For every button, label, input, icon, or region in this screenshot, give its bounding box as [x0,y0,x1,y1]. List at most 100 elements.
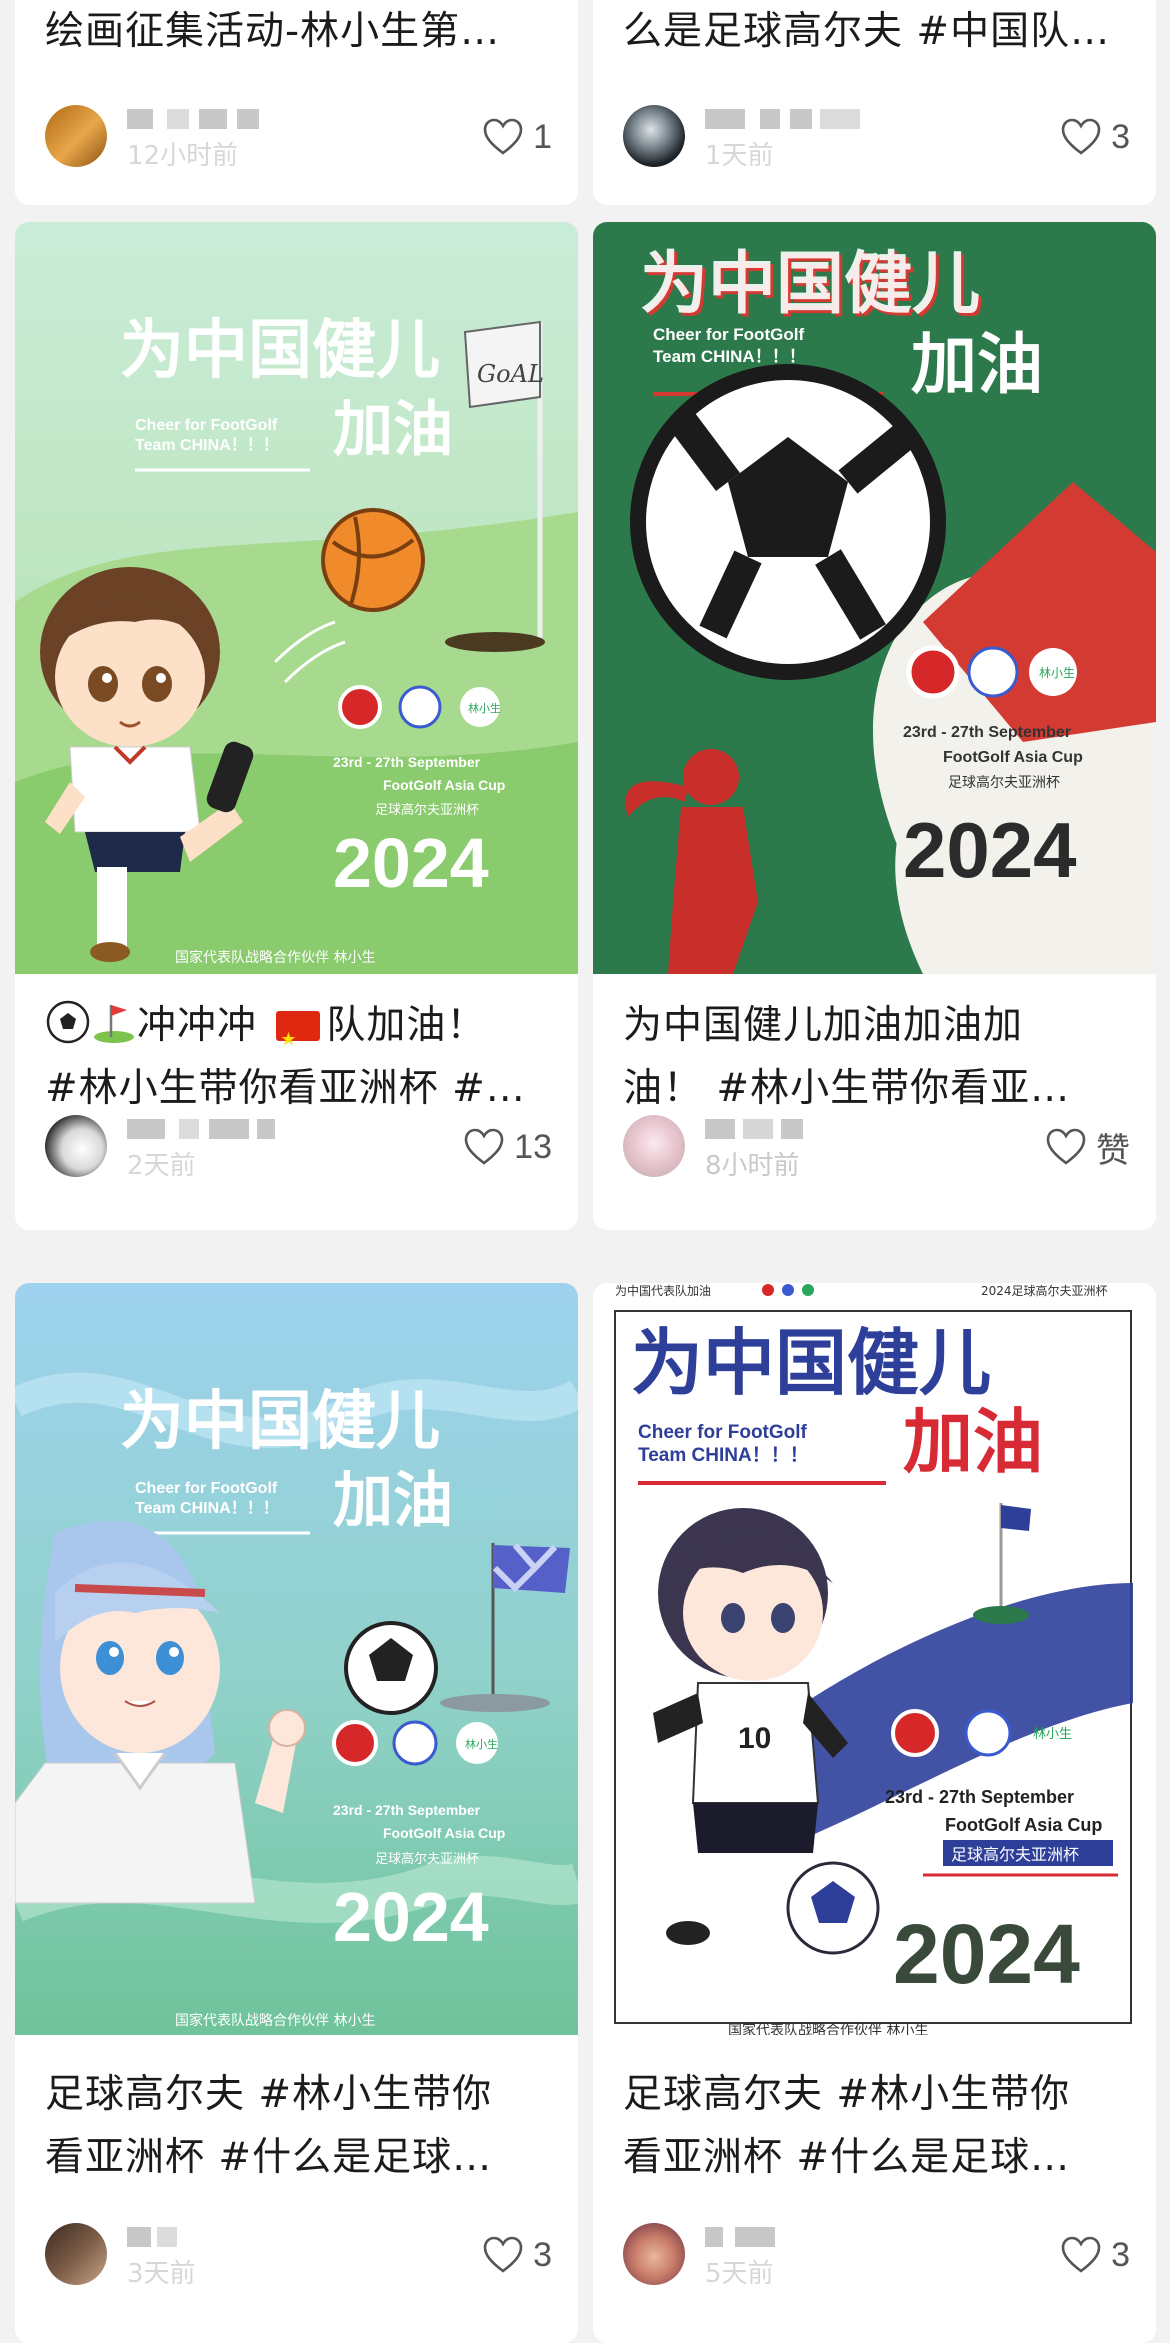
like-count: 3 [1111,2235,1130,2274]
svg-text:10: 10 [738,1722,771,1755]
svg-text:23rd - 27th September: 23rd - 27th September [885,1787,1074,1807]
like-count: 3 [533,2235,552,2274]
cover-image[interactable]: 为中国健儿 为中国健儿 加油 Cheer for FootGolf Team C… [593,222,1156,974]
feed-card[interactable]: 为中国代表队加油 2024足球高尔夫亚洲杯 为中国健儿 加油 Cheer for… [593,1283,1156,2343]
svg-text:FootGolf Asia Cup: FootGolf Asia Cup [943,749,1083,766]
post-time: 12小时前 [127,141,239,171]
cover-image[interactable]: 为中国健儿 加油 Cheer for FootGolf Team CHINA！！… [15,1283,578,2035]
svg-text:足球高尔夫亚洲杯: 足球高尔夫亚洲杯 [375,802,479,818]
like-button[interactable]: 1 [483,115,552,159]
feed-card[interactable]: 为中国健儿 为中国健儿 加油 Cheer for FootGolf Team C… [593,222,1156,1230]
feed-card[interactable]: 为中国健儿 加油 Cheer for FootGolf Team CHINA！！… [15,1283,578,2343]
svg-text:足球高尔夫亚洲杯: 足球高尔夫亚洲杯 [375,1851,479,1867]
svg-text:为中国健儿: 为中国健儿 [120,1385,440,1459]
svg-text:加油: 加油 [903,1401,1043,1483]
avatar[interactable] [45,105,107,167]
svg-text:Team CHINA！！！: Team CHINA！！！ [653,347,806,366]
soccer-ball-icon [46,1000,90,1044]
svg-text:Team CHINA！！！: Team CHINA！！！ [135,1500,279,1517]
svg-text:林小生: 林小生 [465,1737,498,1751]
username-blurred[interactable] [705,1119,855,1141]
card-meta: 1天前 3 [623,105,1130,175]
heart-icon [483,118,523,155]
svg-text:GoAL: GoAL [477,360,544,388]
username-blurred[interactable] [127,109,277,131]
card-meta: 5天前 3 [623,2223,1130,2293]
svg-text:林小生: 林小生 [468,701,501,715]
card-meta: 2天前 13 [45,1115,552,1185]
svg-text:Team CHINA！！！: Team CHINA！！！ [638,1445,809,1466]
like-button[interactable]: 3 [1061,2233,1130,2277]
avatar[interactable] [623,105,685,167]
svg-text:为中国健儿: 为中国健儿 [631,1321,991,1405]
poster-illustration: 为中国代表队加油 2024足球高尔夫亚洲杯 为中国健儿 加油 Cheer for… [593,1283,1156,2035]
poster-illustration: 为中国健儿 加油 Cheer for FootGolf Team CHINA！！… [15,1283,578,2035]
like-button[interactable]: 3 [1061,115,1130,159]
like-button[interactable]: 13 [464,1125,552,1169]
cover-image[interactable]: 为中国健儿 加油 Cheer for FootGolf Team CHINA！！… [15,222,578,974]
poster-illustration: 为中国健儿 加油 Cheer for FootGolf Team CHINA！！… [15,222,578,974]
svg-text:2024: 2024 [893,1907,1080,2001]
avatar[interactable] [623,1115,685,1177]
feed-card[interactable]: 为中国健儿 加油 Cheer for FootGolf Team CHINA！！… [15,222,578,1230]
svg-text:加油: 加油 [333,1466,453,1536]
like-count: 1 [533,117,552,156]
card-title: 足球高尔夫 #林小生带你 看亚洲杯 #什么是足球… [623,2072,1071,2180]
username-blurred[interactable] [705,2227,855,2249]
svg-text:FootGolf Asia Cup: FootGolf Asia Cup [383,1825,505,1841]
heart-icon [483,2236,523,2273]
like-button[interactable]: 赞 [1046,1125,1130,1170]
heart-icon [1061,118,1101,155]
feed-card[interactable]: 么是足球高尔夫 #中国队… 1天前 3 [593,0,1156,205]
card-title: 为中国健儿加油加油加 油！ #林小生带你看亚… [623,1003,1071,1111]
svg-text:足球高尔夫亚洲杯: 足球高尔夫亚洲杯 [951,1845,1079,1864]
avatar[interactable] [45,2223,107,2285]
card-meta: 8小时前 赞 [623,1115,1130,1185]
username-blurred[interactable] [705,109,860,131]
svg-text:23rd - 27th September: 23rd - 27th September [333,1802,481,1818]
svg-text:加油: 加油 [911,326,1043,403]
heart-icon [464,1128,504,1165]
like-button[interactable]: 3 [483,2233,552,2277]
svg-text:加油: 加油 [333,395,453,465]
post-time: 5天前 [705,2259,774,2289]
post-time: 8小时前 [705,1151,800,1181]
svg-text:林小生: 林小生 [1039,666,1075,680]
svg-text:国家代表队战略合作伙伴 林小生: 国家代表队战略合作伙伴 林小生 [175,949,375,966]
svg-text:23rd - 27th September: 23rd - 27th September [903,724,1071,741]
username-blurred[interactable] [127,2227,277,2249]
svg-text:2024: 2024 [903,806,1077,894]
china-flag-icon [276,1008,321,1057]
svg-text:Cheer for FootGolf: Cheer for FootGolf [638,1422,808,1443]
svg-text:为中国健儿: 为中国健儿 [120,314,440,388]
svg-text:为中国健儿: 为中国健儿 [640,245,980,324]
card-title: 么是足球高尔夫 #中国队… [623,9,1111,54]
card-title: 足球高尔夫 #林小生带你 看亚洲杯 #什么是足球… [45,2072,493,2180]
avatar[interactable] [623,2223,685,2285]
svg-text:2024: 2024 [333,1878,489,1956]
golf-flag-icon [94,1005,134,1043]
avatar[interactable] [45,1115,107,1177]
post-time: 1天前 [705,141,774,171]
card-title: 冲冲冲 队加油！ #林小生带你看亚洲杯 #… [45,994,552,1120]
feed-card[interactable]: 绘画征集活动-林小生第… 12小时前 1 [15,0,578,205]
post-time: 2天前 [127,1151,196,1181]
svg-text:23rd - 27th September: 23rd - 27th September [333,754,481,770]
username-blurred[interactable] [127,1119,277,1141]
svg-text:国家代表队战略合作伙伴 林小生: 国家代表队战略合作伙伴 林小生 [728,2022,928,2035]
cover-image[interactable]: 为中国代表队加油 2024足球高尔夫亚洲杯 为中国健儿 加油 Cheer for… [593,1283,1156,2035]
poster-illustration: 为中国健儿 为中国健儿 加油 Cheer for FootGolf Team C… [593,222,1156,974]
svg-text:FootGolf Asia Cup: FootGolf Asia Cup [945,1815,1102,1835]
svg-text:FootGolf Asia Cup: FootGolf Asia Cup [383,777,505,793]
like-count: 13 [514,1127,552,1166]
heart-icon [1046,1128,1086,1165]
svg-text:Cheer for FootGolf: Cheer for FootGolf [135,417,278,434]
svg-text:国家代表队战略合作伙伴 林小生: 国家代表队战略合作伙伴 林小生 [175,2012,375,2029]
svg-text:2024足球高尔夫亚洲杯: 2024足球高尔夫亚洲杯 [981,1283,1108,1298]
svg-text:Cheer for FootGolf: Cheer for FootGolf [653,325,804,344]
svg-text:足球高尔夫亚洲杯: 足球高尔夫亚洲杯 [948,774,1060,791]
like-count: 赞 [1096,1131,1130,1170]
card-title: 绘画征集活动-林小生第… [45,9,501,54]
like-count: 3 [1111,117,1130,156]
svg-text:林小生: 林小生 [1033,1727,1072,1742]
